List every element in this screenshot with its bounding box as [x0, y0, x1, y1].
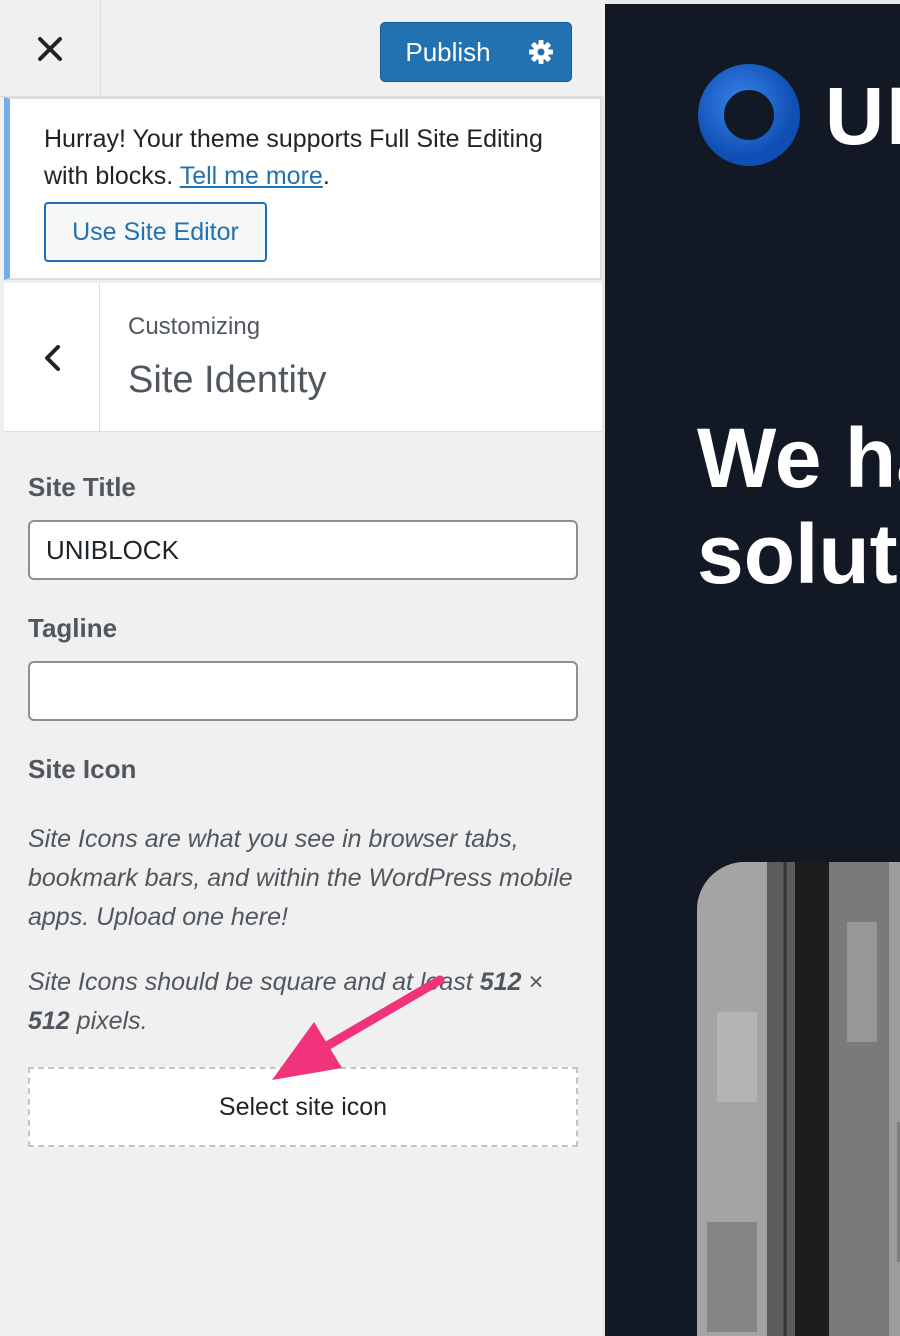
site-icon-description: Site Icons are what you see in browser t… [28, 825, 573, 931]
site-preview: UNIBLOCK We have solutions [605, 0, 900, 1336]
tagline-label: Tagline [28, 613, 118, 643]
breadcrumb: Customizing [128, 313, 261, 340]
use-site-editor-button[interactable]: Use Site Editor [44, 202, 267, 262]
size-separator: × [521, 968, 543, 996]
preview-top-border [605, 0, 900, 4]
site-icon-size-note: Site Icons should be square and at least… [28, 963, 578, 1041]
site-title-input[interactable] [28, 520, 578, 580]
site-icon-label: Site Icon [28, 754, 137, 784]
customizer-sidebar: Publish Hurray! Your theme supports Full… [0, 0, 604, 1336]
site-logo-icon [698, 64, 800, 166]
gear-icon [529, 40, 553, 64]
site-title-label: Site Title [28, 472, 136, 502]
publish-button-group: Publish [380, 22, 572, 82]
notice-period: . [322, 162, 330, 190]
customizer-header: Publish [0, 0, 604, 97]
section-title: Site Identity [128, 359, 327, 401]
tagline-input[interactable] [28, 661, 578, 721]
notice-text: Hurray! Your theme supports Full Site Ed… [44, 121, 564, 195]
publish-settings-button[interactable] [511, 23, 571, 81]
size-height: 512 [28, 1007, 70, 1035]
site-logo-text: UNIBLOCK [825, 71, 900, 162]
hero-heading: We have solutions [697, 410, 900, 602]
hero-line-1: We have [697, 411, 900, 505]
hero-photo-graphic [697, 862, 900, 1336]
select-site-icon-button[interactable]: Select site icon [28, 1067, 578, 1147]
size-note-text: Site Icons should be square and at least [28, 968, 480, 996]
back-button[interactable] [4, 283, 100, 432]
section-header: Customizing Site Identity [4, 283, 602, 432]
close-button[interactable] [0, 0, 101, 97]
tell-me-more-link[interactable]: Tell me more [180, 162, 323, 190]
close-icon [38, 36, 62, 61]
publish-button[interactable]: Publish [381, 23, 511, 81]
hero-line-2: solutions [697, 507, 900, 601]
size-note-suffix: pixels. [69, 1007, 148, 1035]
size-width: 512 [479, 968, 522, 996]
chevron-left-icon [44, 344, 60, 371]
hero-image [697, 862, 900, 1336]
fse-notice: Hurray! Your theme supports Full Site Ed… [4, 97, 602, 280]
